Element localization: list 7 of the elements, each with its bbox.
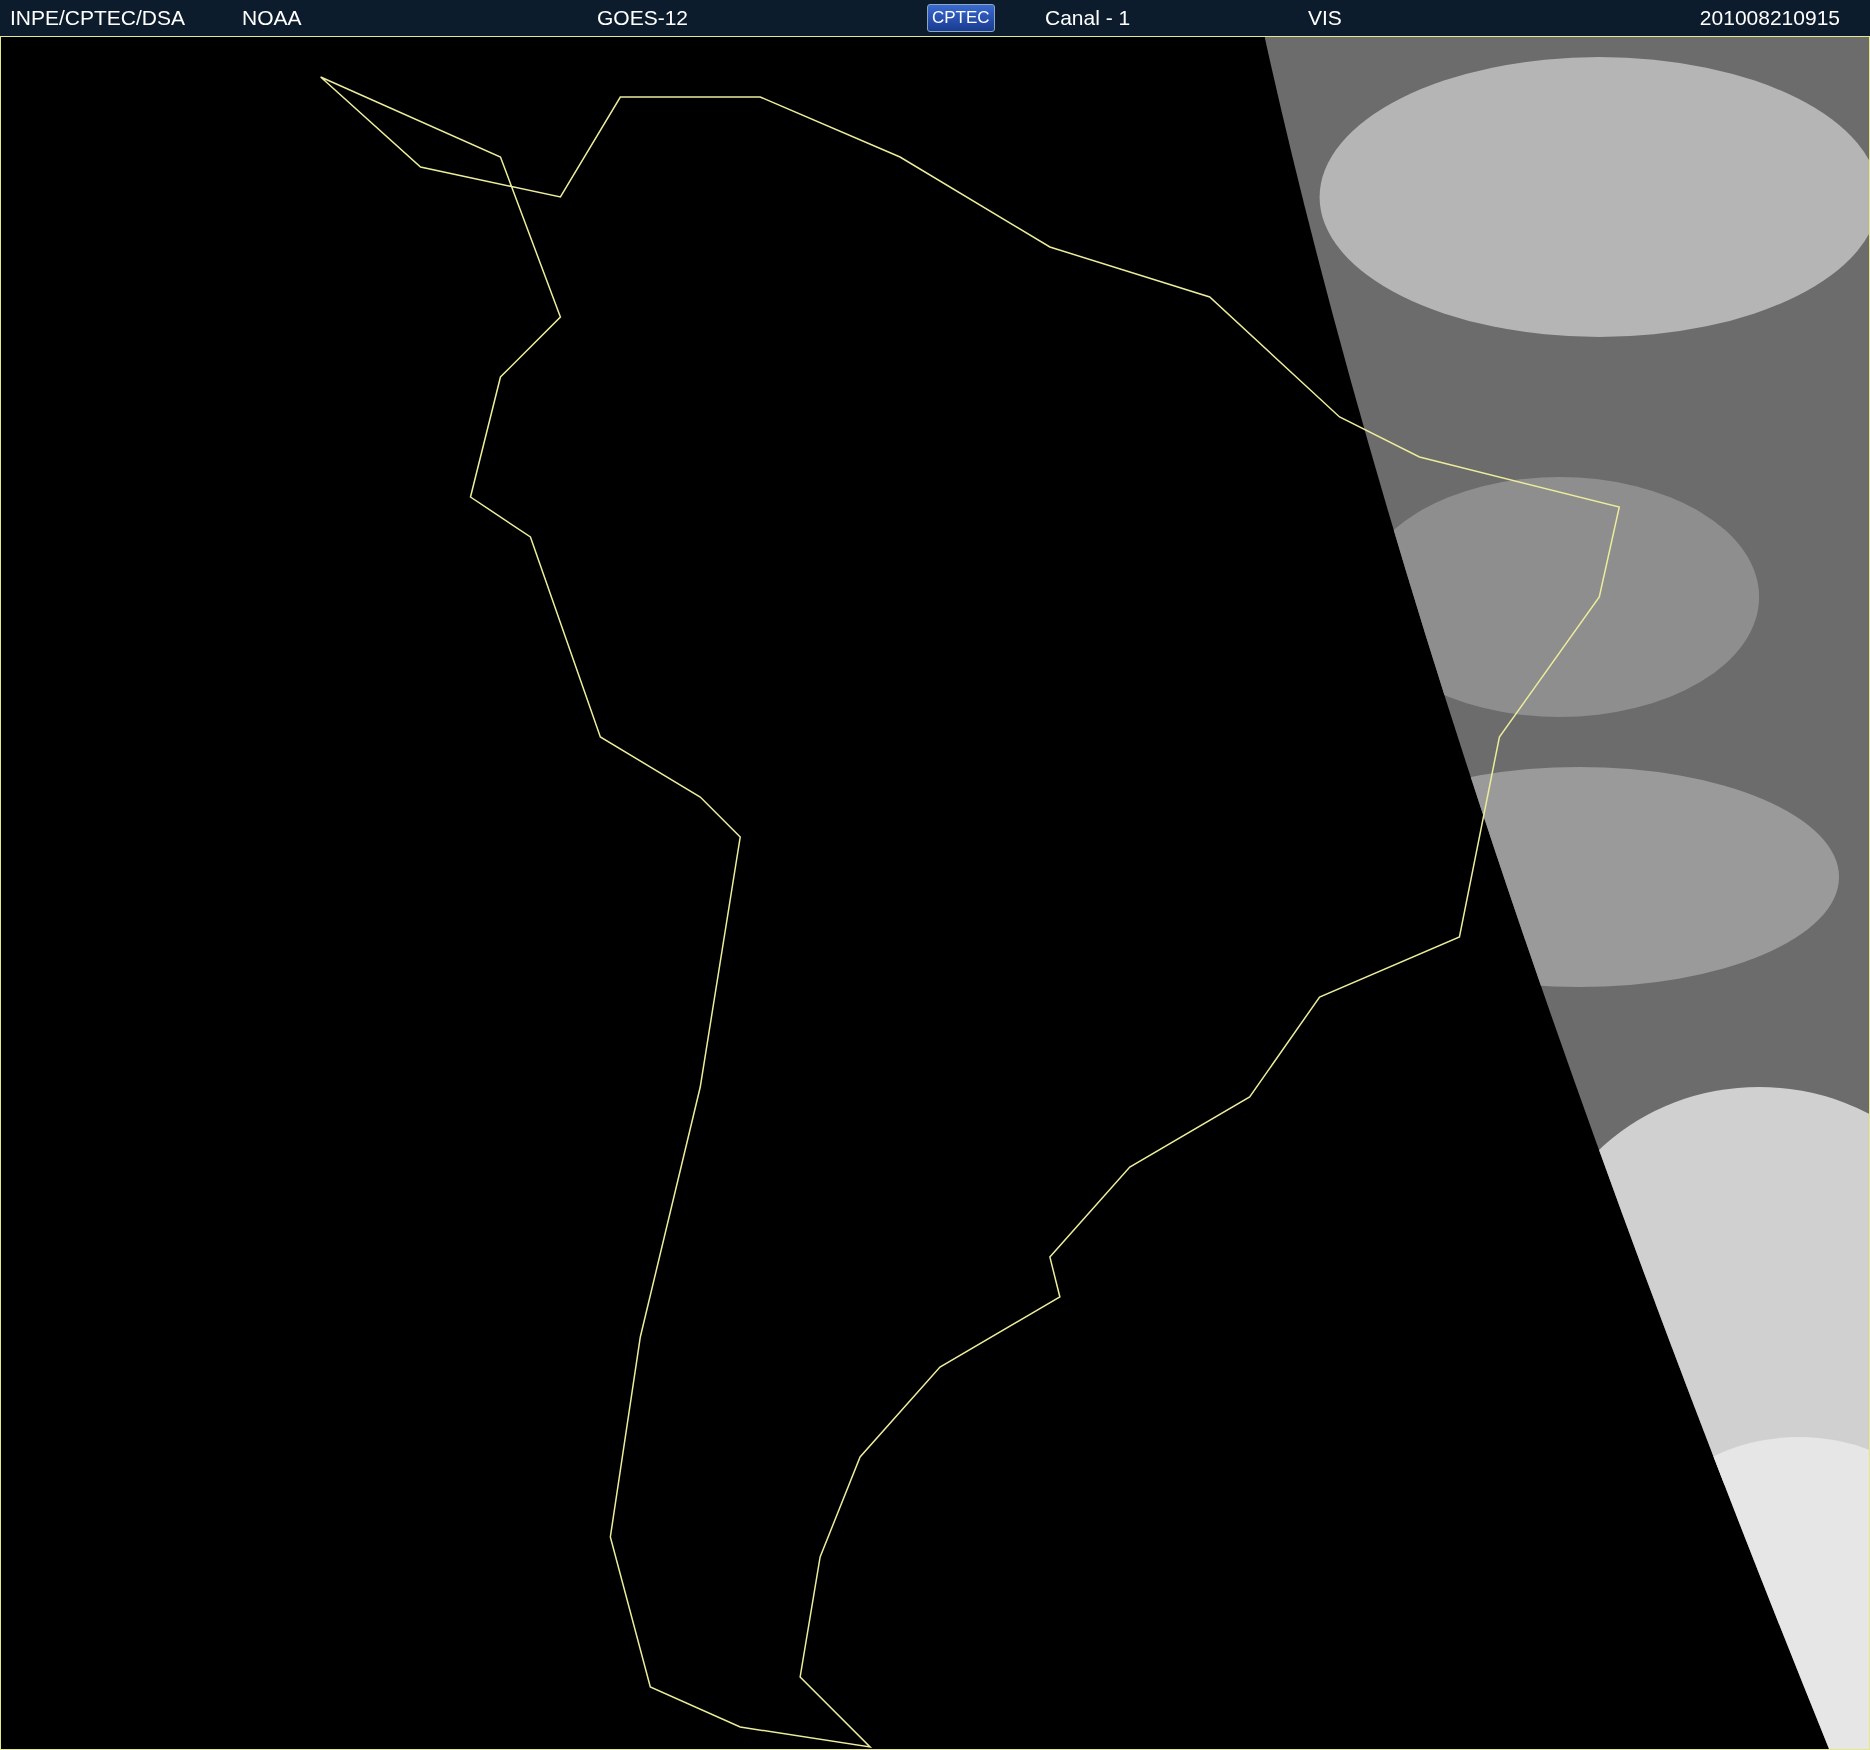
header-label: VIS (1308, 6, 1342, 29)
header-label: GOES-12 (597, 6, 689, 29)
header-label: NOAA (242, 6, 302, 29)
header-label: 201008210915 (1699, 6, 1840, 29)
header-label: INPE/CPTEC/DSA (10, 6, 186, 29)
logo: CPTEC (927, 4, 995, 32)
header-label: Canal - 1 (1045, 6, 1131, 29)
